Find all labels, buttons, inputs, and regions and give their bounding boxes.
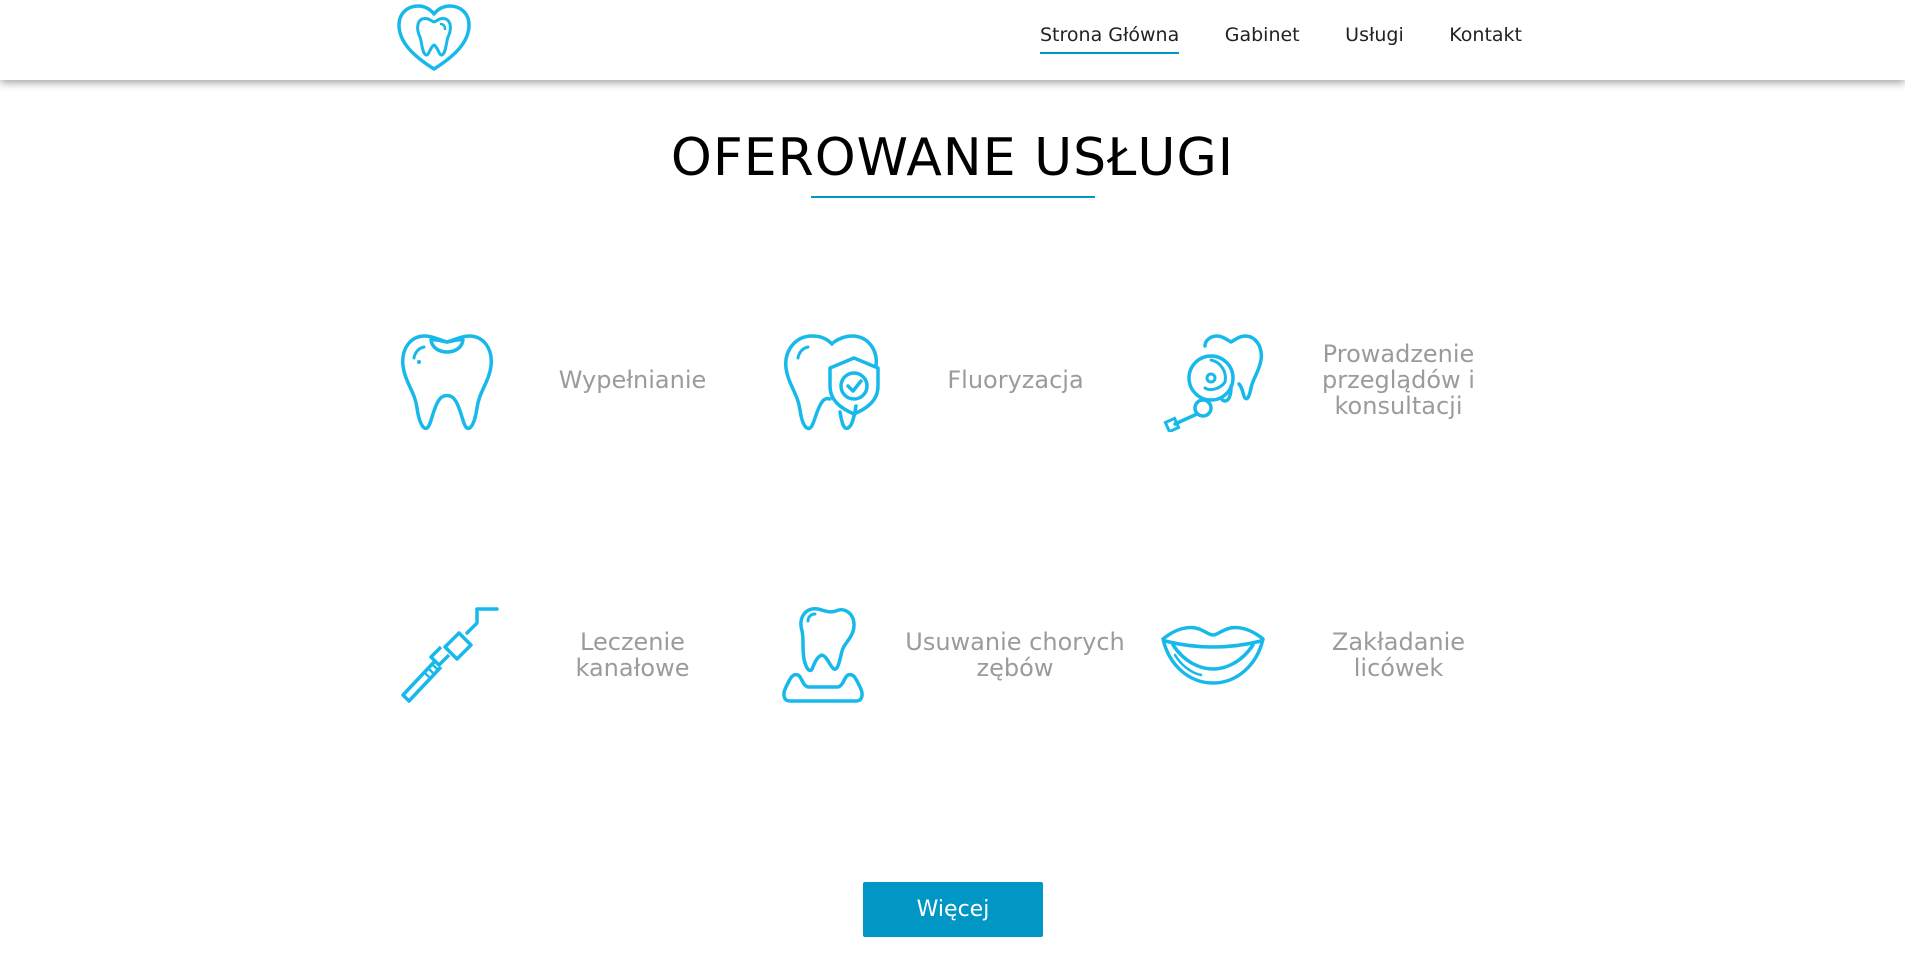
smile-lips-icon <box>1161 625 1265 685</box>
nav-item-uslugi[interactable]: Usługi <box>1345 24 1404 54</box>
tooth-shield-icon <box>784 334 880 431</box>
nav-item-kontakt[interactable]: Kontakt <box>1449 24 1522 54</box>
dental-probe-icon <box>401 607 499 703</box>
dental-mirror-icon <box>1163 334 1264 432</box>
main-nav: Strona Główna Gabinet Usługi Kontakt <box>1040 24 1522 54</box>
nav-item-strona-glowna[interactable]: Strona Główna <box>1040 24 1180 54</box>
service-label: Usuwanie chorych zębów <box>905 628 1125 682</box>
service-item-usuwanie: Usuwanie chorych zębów <box>778 600 1158 710</box>
service-item-fluoryzacja: Fluoryzacja <box>778 325 1158 435</box>
title-underline <box>811 196 1095 198</box>
service-label: Prowadzenie przeglądów i konsultacji <box>1322 340 1475 420</box>
service-label: Zakładanie licówek <box>1331 628 1466 682</box>
service-label: Wypełnianie <box>558 366 707 394</box>
service-label: Fluoryzacja <box>947 366 1084 394</box>
tooth-extraction-icon <box>782 607 864 703</box>
section-title: OFEROWANE USŁUGI <box>670 128 1235 188</box>
service-item-przeglady: Prowadzenie przeglądów i konsultacji <box>1161 325 1541 435</box>
heart-tooth-icon[interactable] <box>395 3 473 73</box>
service-item-leczenie-kanalowe: Leczenie kanałowe <box>395 600 775 710</box>
services-grid: Wypełnianie Fluoryzacja Prowadzenie prze… <box>395 325 1530 725</box>
service-item-wypelnianie: Wypełnianie <box>395 325 775 435</box>
service-item-licowki: Zakładanie licówek <box>1161 600 1541 710</box>
more-button[interactable]: Więcej <box>863 882 1043 937</box>
nav-item-gabinet[interactable]: Gabinet <box>1225 24 1300 54</box>
tooth-filling-icon <box>401 334 493 431</box>
site-header: Strona Główna Gabinet Usługi Kontakt <box>0 0 1905 80</box>
service-label: Leczenie kanałowe <box>575 628 690 682</box>
